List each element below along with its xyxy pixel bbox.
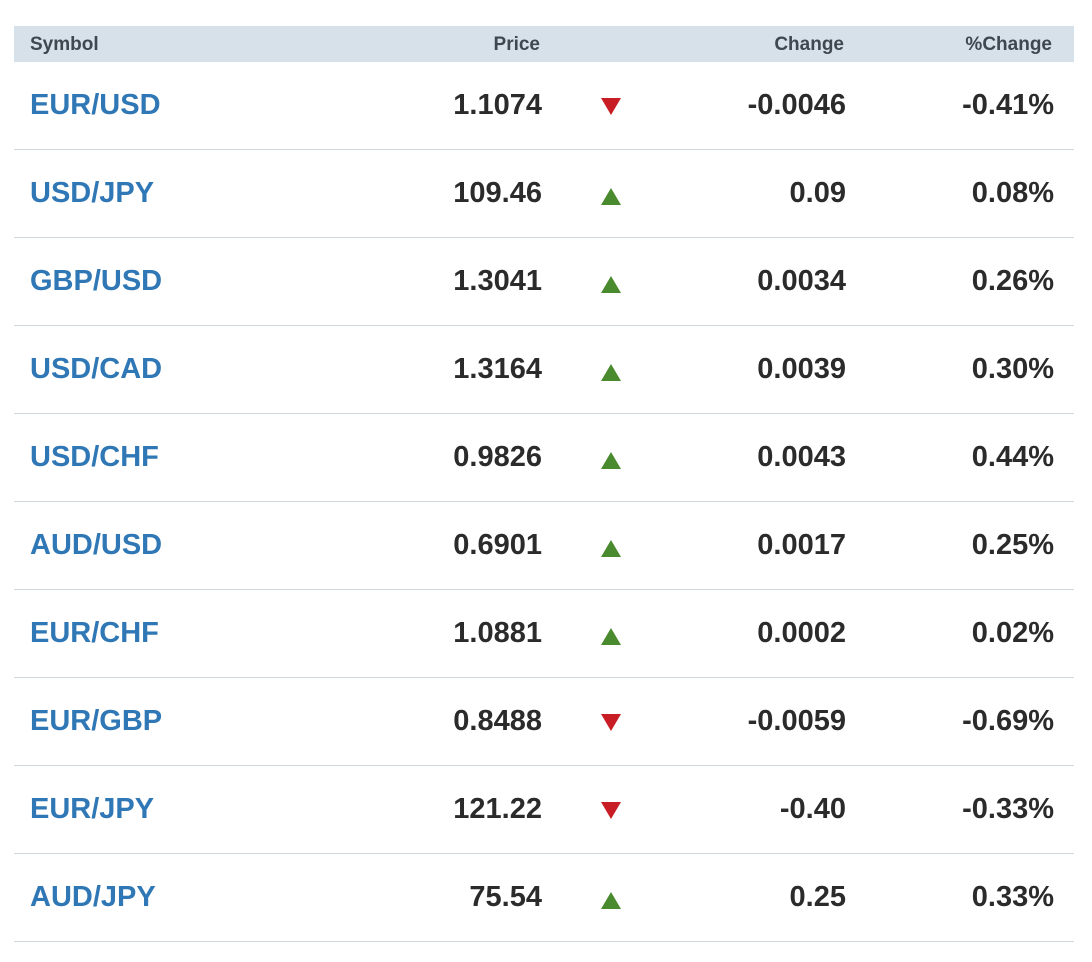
pct-change-value: 0.30% bbox=[971, 353, 1054, 385]
table-row: EUR/JPY 121.22 -0.40 -0.33% bbox=[14, 766, 1074, 854]
pct-change-value: 0.26% bbox=[971, 265, 1054, 297]
pct-change-value: -0.69% bbox=[962, 705, 1054, 737]
triangle-down-icon bbox=[601, 98, 621, 115]
price-value: 75.54 bbox=[469, 881, 542, 913]
header-change[interactable]: Change bbox=[774, 26, 844, 62]
change-value: 0.0034 bbox=[757, 265, 846, 297]
price-value: 0.8488 bbox=[453, 705, 542, 737]
change-value: -0.40 bbox=[779, 793, 846, 825]
table-row: USD/CAD 1.3164 0.0039 0.30% bbox=[14, 326, 1074, 414]
header-symbol[interactable]: Symbol bbox=[30, 26, 99, 62]
triangle-down-icon bbox=[601, 802, 621, 819]
symbol-link[interactable]: USD/CHF bbox=[30, 414, 159, 501]
change-value: -0.0046 bbox=[747, 89, 846, 121]
symbol-link[interactable]: EUR/CHF bbox=[30, 590, 159, 677]
header-price[interactable]: Price bbox=[494, 26, 540, 62]
table-row: USD/CHF 0.9826 0.0043 0.44% bbox=[14, 414, 1074, 502]
price-value: 1.3164 bbox=[453, 353, 542, 385]
triangle-up-icon bbox=[601, 892, 621, 909]
symbol-link[interactable]: USD/JPY bbox=[30, 150, 154, 237]
pct-change-value: -0.41% bbox=[962, 89, 1054, 121]
table-row: EUR/CHF 1.0881 0.0002 0.02% bbox=[14, 590, 1074, 678]
pct-change-value: 0.02% bbox=[971, 617, 1054, 649]
price-value: 121.22 bbox=[453, 793, 542, 825]
triangle-up-icon bbox=[601, 452, 621, 469]
triangle-up-icon bbox=[601, 628, 621, 645]
symbol-link[interactable]: AUD/USD bbox=[30, 502, 162, 589]
triangle-down-icon bbox=[601, 714, 621, 731]
symbol-link[interactable]: EUR/GBP bbox=[30, 678, 162, 765]
pct-change-value: 0.08% bbox=[971, 177, 1054, 209]
pct-change-value: 0.44% bbox=[971, 441, 1054, 473]
header-pct-change[interactable]: %Change bbox=[965, 26, 1052, 62]
table-row: EUR/GBP 0.8488 -0.0059 -0.69% bbox=[14, 678, 1074, 766]
table-row: EUR/USD 1.1074 -0.0046 -0.41% bbox=[14, 62, 1074, 150]
change-value: 0.0017 bbox=[757, 529, 846, 561]
symbol-link[interactable]: GBP/USD bbox=[30, 238, 162, 325]
triangle-up-icon bbox=[601, 188, 621, 205]
price-value: 1.1074 bbox=[453, 89, 542, 121]
pct-change-value: 0.25% bbox=[971, 529, 1054, 561]
table-row: AUD/USD 0.6901 0.0017 0.25% bbox=[14, 502, 1074, 590]
price-value: 1.0881 bbox=[453, 617, 542, 649]
table-row: AUD/JPY 75.54 0.25 0.33% bbox=[14, 854, 1074, 942]
change-value: 0.25 bbox=[789, 881, 846, 913]
price-value: 0.9826 bbox=[453, 441, 542, 473]
change-value: 0.0002 bbox=[757, 617, 846, 649]
table-row: GBP/USD 1.3041 0.0034 0.26% bbox=[14, 238, 1074, 326]
symbol-link[interactable]: AUD/JPY bbox=[30, 854, 156, 941]
table-header: Symbol Price Change %Change bbox=[14, 26, 1074, 62]
symbol-link[interactable]: EUR/JPY bbox=[30, 766, 154, 853]
price-value: 1.3041 bbox=[453, 265, 542, 297]
currency-quotes-table: Symbol Price Change %Change EUR/USD 1.10… bbox=[14, 26, 1074, 942]
table-row: USD/JPY 109.46 0.09 0.08% bbox=[14, 150, 1074, 238]
triangle-up-icon bbox=[601, 540, 621, 557]
triangle-up-icon bbox=[601, 364, 621, 381]
symbol-link[interactable]: EUR/USD bbox=[30, 62, 161, 149]
triangle-up-icon bbox=[601, 276, 621, 293]
change-value: 0.0043 bbox=[757, 441, 846, 473]
pct-change-value: -0.33% bbox=[962, 793, 1054, 825]
pct-change-value: 0.33% bbox=[971, 881, 1054, 913]
symbol-link[interactable]: USD/CAD bbox=[30, 326, 162, 413]
change-value: 0.0039 bbox=[757, 353, 846, 385]
price-value: 109.46 bbox=[453, 177, 542, 209]
change-value: -0.0059 bbox=[747, 705, 846, 737]
change-value: 0.09 bbox=[789, 177, 846, 209]
price-value: 0.6901 bbox=[453, 529, 542, 561]
